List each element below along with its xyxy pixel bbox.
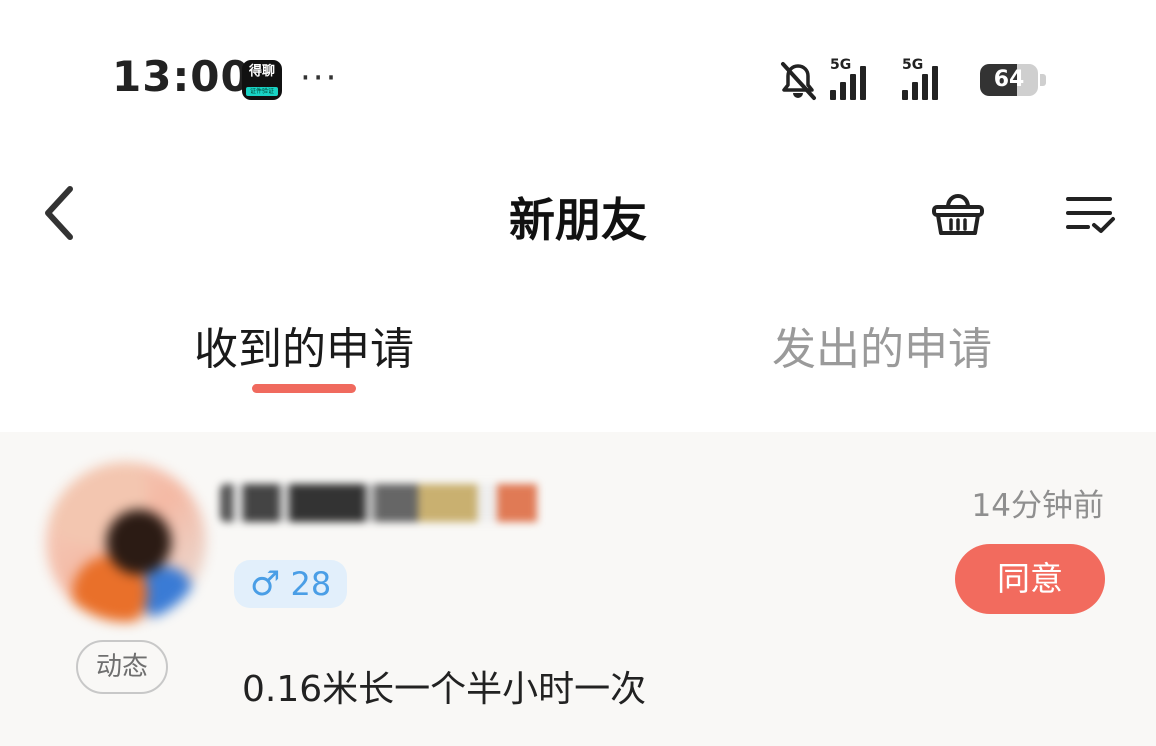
tab-received-requests[interactable]: 收到的申请 (104, 313, 504, 377)
nickname-redacted (220, 484, 550, 522)
active-tab-indicator (252, 384, 356, 393)
basket-button[interactable] (926, 186, 990, 246)
accept-button[interactable]: 同意 (955, 544, 1105, 614)
app-badge-sub: 证件验证 (246, 87, 278, 96)
source-tag: 动态 (76, 640, 168, 694)
battery-level: 64 (993, 67, 1025, 92)
age-label: 28 (290, 565, 332, 603)
manage-list-button[interactable] (1058, 186, 1122, 246)
battery-icon: 64 (980, 64, 1046, 96)
nav-bar: 新朋友 (0, 160, 1156, 270)
request-tabs: 收到的申请 发出的申请 (0, 295, 1156, 405)
signal-icon: 5G (830, 58, 890, 102)
list-check-icon (1064, 191, 1116, 241)
male-icon: ♂ (250, 564, 281, 604)
more-notifications-icon: ··· (300, 58, 339, 98)
gender-age-badge: ♂ 28 (234, 560, 348, 608)
app-badge-text: 得聊 (248, 64, 275, 79)
avatar[interactable] (46, 462, 206, 622)
list-item[interactable]: ♂ 28 14分钟前 同意 动态 0.16米长一个半小时一次 (0, 432, 1156, 746)
status-bar: 13:00 得聊 证件验证 ··· 5G 5G 64 (0, 0, 1156, 160)
signal-bars (902, 66, 938, 100)
bell-off-icon (778, 60, 818, 102)
tab-sent-requests[interactable]: 发出的申请 (682, 313, 1082, 377)
signal-icon: 5G (902, 58, 962, 102)
app-notification-icon: 得聊 证件验证 (242, 60, 282, 100)
request-list: ♂ 28 14分钟前 同意 动态 0.16米长一个半小时一次 (0, 432, 1156, 746)
status-time: 13:00 (112, 52, 251, 101)
request-time: 14分钟前 (971, 488, 1104, 524)
status-indicators: 5G 5G 64 (778, 56, 1046, 102)
request-message: 0.16米长一个半小时一次 (242, 669, 647, 710)
signal-bars (830, 66, 866, 100)
basket-icon (930, 189, 986, 243)
